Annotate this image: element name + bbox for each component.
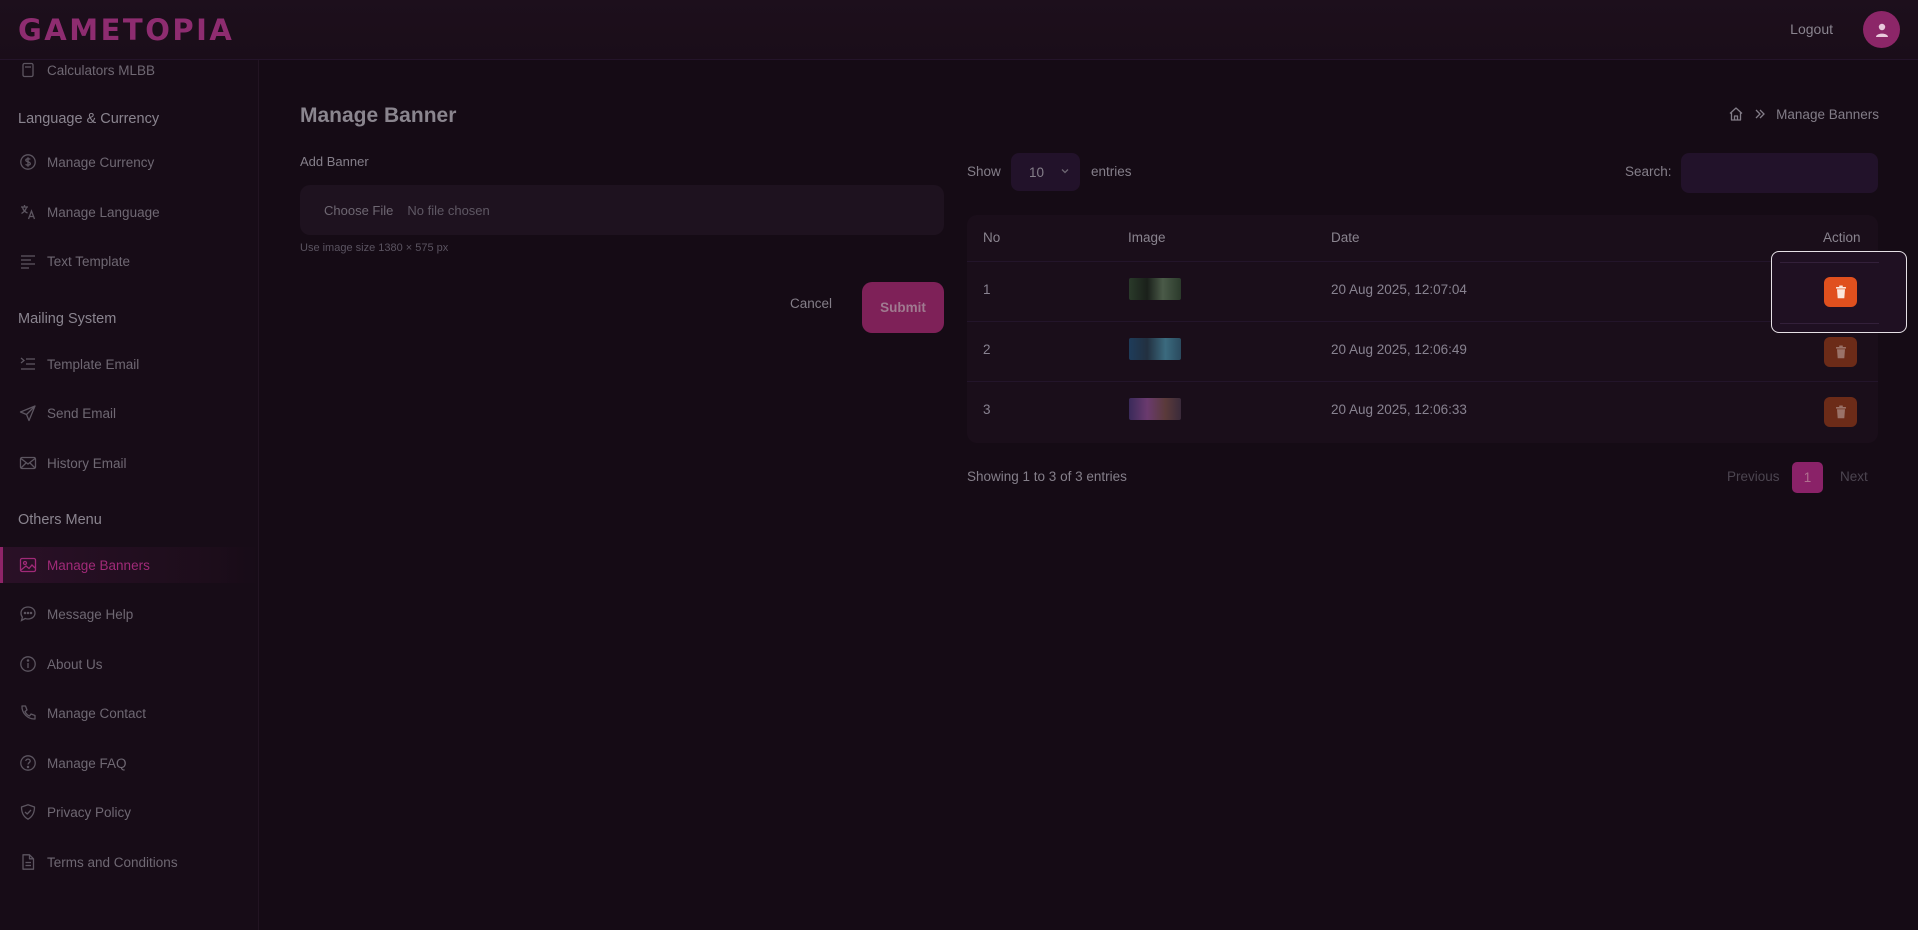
cancel-button[interactable]: Cancel	[790, 296, 832, 311]
delete-button[interactable]	[1824, 337, 1857, 367]
search-input[interactable]	[1681, 153, 1878, 193]
sidebar-item-label: About Us	[47, 656, 103, 672]
submit-button[interactable]: Submit	[862, 282, 944, 333]
sidebar-item-privacy-policy[interactable]: Privacy Policy	[0, 794, 258, 830]
top-bar: GAMETOPIA Logout	[0, 0, 1918, 60]
home-icon[interactable]	[1728, 106, 1744, 122]
banner-thumbnail[interactable]	[1129, 398, 1181, 420]
banner-thumbnail[interactable]	[1129, 278, 1181, 300]
row-date: 20 Aug 2025, 12:07:04	[1331, 282, 1467, 297]
shield-check-icon	[18, 802, 38, 822]
sidebar-item-manage-faq[interactable]: Manage FAQ	[0, 745, 258, 781]
sidebar: Calculators MLBB Language & Currency Man…	[0, 60, 259, 930]
question-circle-icon	[18, 753, 38, 773]
sidebar-item-label: Manage Contact	[47, 705, 147, 721]
sidebar-item-manage-currency[interactable]: Manage Currency	[0, 144, 258, 180]
column-header-no: No	[983, 230, 1001, 245]
sidebar-item-manage-contact[interactable]: Manage Contact	[0, 695, 258, 731]
chat-bubble-icon	[18, 604, 38, 624]
search-label: Search:	[1625, 164, 1672, 179]
sidebar-item-label: Terms and Conditions	[47, 854, 178, 870]
app-logo[interactable]: GAMETOPIA	[18, 13, 234, 47]
table-row: 2 20 Aug 2025, 12:06:49	[967, 321, 1878, 381]
choose-file-button[interactable]: Choose File	[324, 203, 393, 218]
no-file-text: No file chosen	[407, 202, 490, 218]
sidebar-item-template-email[interactable]: Template Email	[0, 346, 258, 382]
pagination-next[interactable]: Next	[1840, 469, 1868, 484]
sidebar-item-message-help[interactable]: Message Help	[0, 596, 258, 632]
entries-value: 10	[1029, 164, 1045, 180]
envelope-icon	[18, 453, 38, 473]
file-input[interactable]: Choose File No file chosen	[300, 185, 944, 235]
sidebar-item-label: History Email	[47, 455, 127, 471]
info-circle-icon	[18, 654, 38, 674]
sidebar-item-history-email[interactable]: History Email	[0, 445, 258, 481]
text-lines-icon	[18, 251, 38, 271]
row-number: 1	[983, 282, 991, 297]
translate-icon	[18, 202, 38, 222]
trash-icon	[1835, 285, 1846, 299]
row-date: 20 Aug 2025, 12:06:49	[1331, 342, 1467, 357]
sidebar-item-terms-and-conditions[interactable]: Terms and Conditions	[0, 844, 258, 880]
breadcrumb: Manage Banners	[1728, 104, 1879, 124]
dollar-circle-icon	[18, 152, 38, 172]
sidebar-item-label: Manage FAQ	[47, 755, 127, 771]
logout-link[interactable]: Logout	[1790, 21, 1833, 37]
chevron-down-icon	[1061, 169, 1069, 174]
table-row: 3 20 Aug 2025, 12:06:33	[967, 381, 1878, 441]
sidebar-item-label: Message Help	[47, 606, 134, 622]
calculator-icon	[18, 60, 38, 80]
sidebar-item-manage-language[interactable]: Manage Language	[0, 194, 258, 230]
column-header-date: Date	[1331, 230, 1360, 245]
sidebar-item-about-us[interactable]: About Us	[0, 646, 258, 682]
section-title-others-menu: Others Menu	[18, 512, 102, 528]
document-icon	[18, 852, 38, 872]
pagination-previous[interactable]: Previous	[1727, 469, 1780, 484]
column-header-image: Image	[1128, 230, 1166, 245]
sidebar-item-label: Calculators MLBB	[47, 62, 156, 78]
sidebar-item-label: Template Email	[47, 356, 140, 372]
sidebar-item-label: Text Template	[47, 253, 131, 269]
banner-table: No Image Date Action 1 20 Aug 2025, 12:0…	[967, 215, 1878, 443]
double-chevron-right-icon	[1755, 109, 1766, 119]
row-date: 20 Aug 2025, 12:06:33	[1331, 402, 1467, 417]
sidebar-item-label: Privacy Policy	[47, 804, 132, 820]
pagination-page-1[interactable]: 1	[1792, 462, 1823, 493]
sidebar-item-label: Manage Banners	[47, 557, 150, 573]
section-title-mailing-system: Mailing System	[18, 311, 117, 327]
trash-icon	[1835, 405, 1846, 419]
row-number: 2	[983, 342, 991, 357]
image-icon	[18, 555, 38, 575]
banner-thumbnail[interactable]	[1129, 338, 1181, 360]
user-icon	[1875, 23, 1888, 37]
sidebar-item-label: Manage Language	[47, 204, 160, 220]
show-label: Show	[967, 164, 1001, 179]
avatar[interactable]	[1863, 11, 1900, 48]
breadcrumb-current: Manage Banners	[1776, 106, 1879, 122]
phone-icon	[18, 703, 38, 723]
image-size-hint: Use image size 1380 × 575 px	[300, 242, 449, 254]
delete-button[interactable]	[1824, 277, 1857, 307]
list-indent-icon	[18, 354, 38, 374]
sidebar-item-label: Manage Currency	[47, 154, 155, 170]
showing-entries-text: Showing 1 to 3 of 3 entries	[967, 469, 1127, 484]
table-row: 1 20 Aug 2025, 12:07:04	[967, 261, 1878, 321]
add-banner-label: Add Banner	[300, 154, 369, 169]
entries-label: entries	[1091, 164, 1132, 179]
section-title-language-currency: Language & Currency	[18, 111, 160, 127]
paper-plane-icon	[18, 403, 38, 423]
row-number: 3	[983, 402, 991, 417]
page-title: Manage Banner	[300, 104, 457, 127]
sidebar-item-calculators-mlbb[interactable]: Calculators MLBB	[0, 60, 258, 88]
sidebar-item-send-email[interactable]: Send Email	[0, 395, 258, 431]
sidebar-item-manage-banners[interactable]: Manage Banners	[0, 547, 258, 583]
sidebar-item-text-template[interactable]: Text Template	[0, 243, 258, 279]
entries-select[interactable]: 10	[1011, 153, 1080, 191]
sidebar-item-label: Send Email	[47, 405, 117, 421]
column-header-action: Action	[1823, 230, 1861, 245]
trash-icon	[1835, 345, 1846, 359]
delete-button[interactable]	[1824, 397, 1857, 427]
